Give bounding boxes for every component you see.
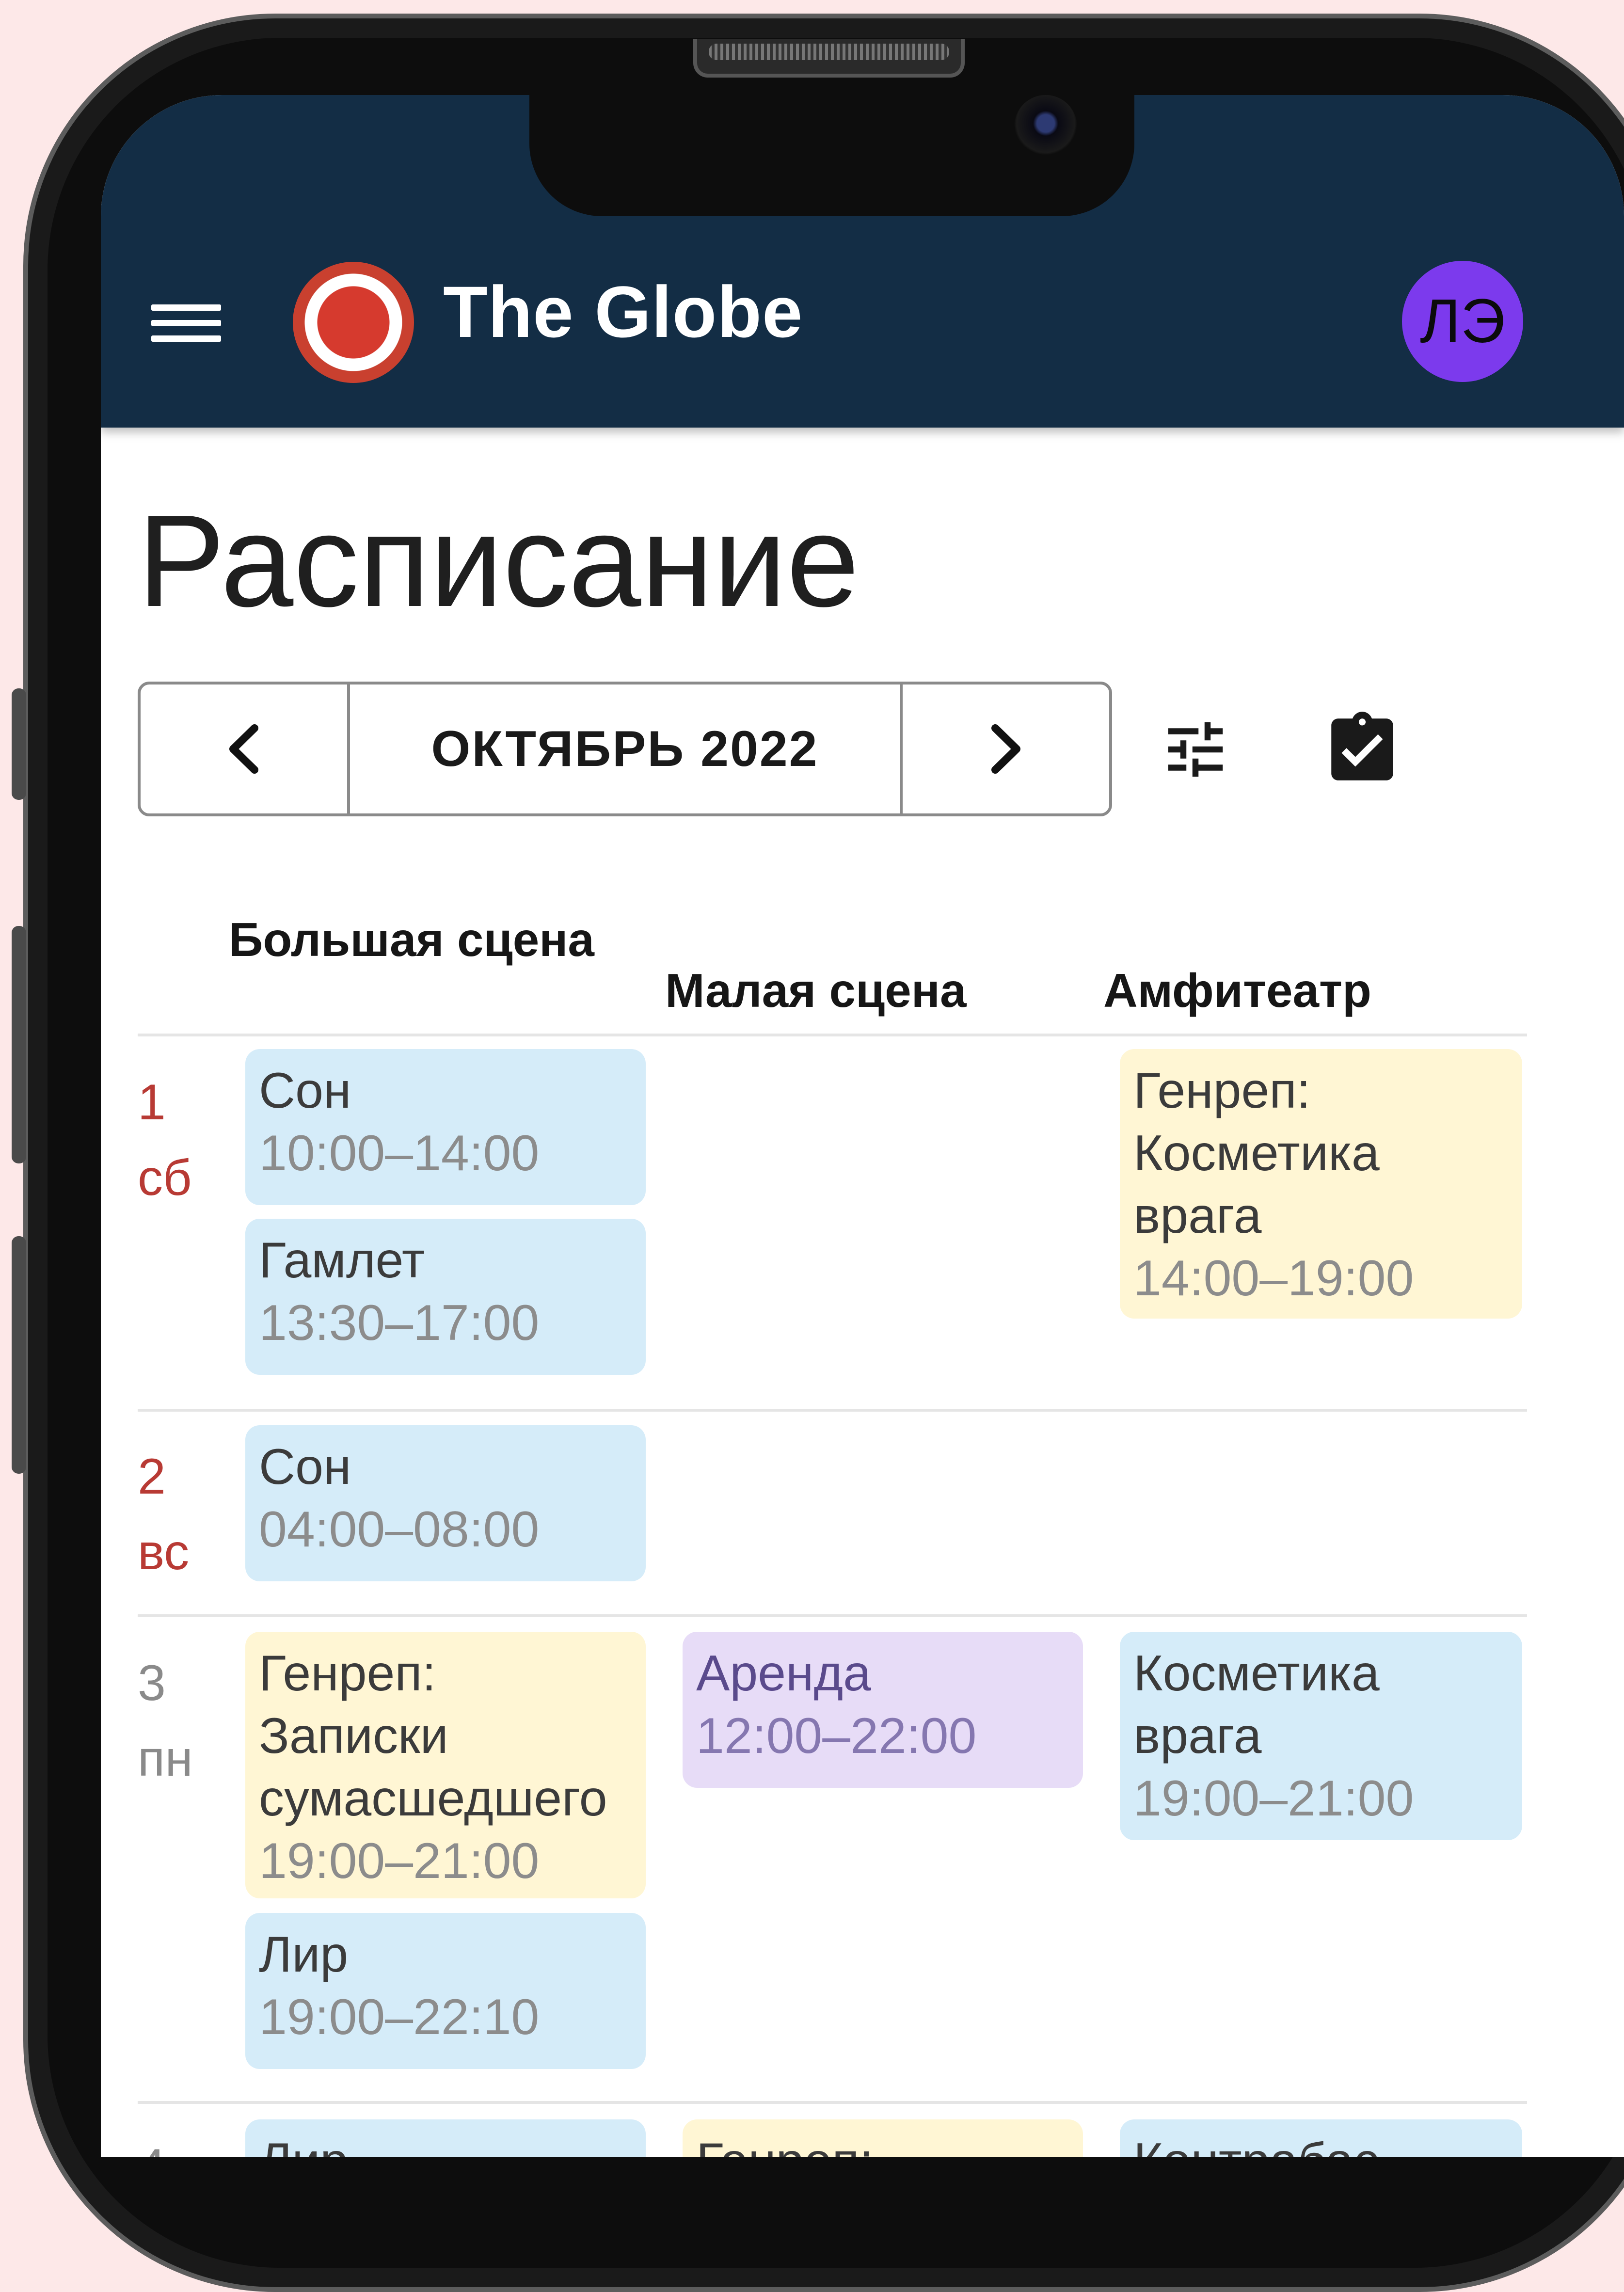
day-label: 4 вт: [138, 2129, 210, 2157]
phone-side-button: [12, 1236, 26, 1474]
menu-button[interactable]: [151, 301, 224, 345]
chevron-left-icon: [229, 724, 258, 774]
event-card[interactable]: Гамлет 13:30–17:00: [245, 1219, 646, 1375]
page-title: Расписание: [138, 488, 860, 634]
app-title: The Globe: [443, 271, 803, 352]
column-header-small-stage: Малая сцена: [665, 964, 967, 1017]
event-card[interactable]: Косметика врага 19:00–21:00: [1120, 1632, 1522, 1840]
event-card[interactable]: Лир 19:00–22:10: [245, 1913, 646, 2069]
app-bar: The Globe ЛЭ: [101, 95, 1624, 428]
screen: The Globe ЛЭ Расписание ОКТЯБРЬ 2022 Бол…: [101, 95, 1624, 2157]
day-label: 3 пн: [138, 1655, 193, 1787]
next-month-button[interactable]: [903, 684, 1109, 813]
event-card[interactable]: Сон 10:00–14:00: [245, 1049, 646, 1205]
day-divider: [138, 2101, 1527, 2104]
event-card[interactable]: Генреп: Косметика врага 14:00–19:00: [1120, 1049, 1522, 1319]
phone-notch: [529, 95, 1134, 216]
globe-logo-icon: [293, 262, 414, 383]
column-header-big-stage: Большая сцена: [229, 913, 594, 966]
event-card[interactable]: Генреп: Записки сумасшедшего 19:00–21:00: [245, 1632, 646, 1898]
event-card[interactable]: Контрабас: [1120, 2119, 1522, 2157]
tasks-button[interactable]: [1319, 706, 1406, 793]
phone-speaker: [693, 39, 965, 78]
day-divider: [138, 1614, 1527, 1617]
clipboard-check-icon: [1331, 712, 1393, 780]
day-divider: [138, 1409, 1527, 1412]
event-card[interactable]: Аренда 12:00–22:00: [683, 1632, 1083, 1788]
phone-side-button: [12, 926, 26, 1163]
event-card[interactable]: Генреп:: [683, 2119, 1083, 2157]
header-divider: [138, 1034, 1527, 1036]
filter-button[interactable]: [1152, 706, 1239, 793]
month-navigator: ОКТЯБРЬ 2022: [138, 682, 1112, 816]
user-avatar[interactable]: ЛЭ: [1402, 261, 1523, 382]
day-label: 1 сб: [138, 1074, 192, 1206]
front-camera: [1014, 95, 1077, 158]
event-card[interactable]: Лир: [245, 2119, 646, 2157]
chevron-right-icon: [991, 724, 1020, 774]
prev-month-button[interactable]: [141, 684, 347, 813]
column-header-amphitheater: Амфитеатр: [1103, 964, 1371, 1017]
phone-side-button: [12, 688, 26, 800]
tune-sliders-icon: [1168, 722, 1223, 777]
speaker-grille: [709, 44, 949, 60]
day-label: 2 вс: [138, 1448, 190, 1580]
event-card[interactable]: Сон 04:00–08:00: [245, 1425, 646, 1581]
current-month-label[interactable]: ОКТЯБРЬ 2022: [347, 684, 903, 813]
